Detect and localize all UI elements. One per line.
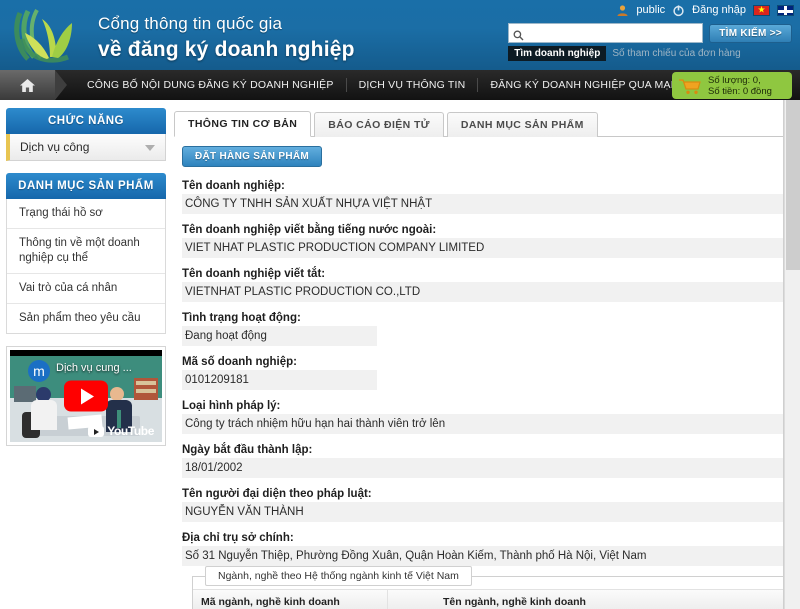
sidebar-item-san-pham-theo-yeu-cau[interactable]: Sản phẩm theo yêu cầu (7, 304, 165, 333)
power-icon[interactable] (672, 4, 685, 17)
industry-table-header: Mã ngành, nghề kinh doanh Tên ngành, ngh… (193, 589, 783, 609)
field-label: Tên doanh nghiệp viết bằng tiếng nước ng… (182, 224, 437, 236)
chevron-down-icon (145, 145, 155, 151)
brand-block: Cổng thông tin quốc gia về đăng ký doanh… (12, 5, 355, 67)
username-label: public (636, 4, 666, 16)
flag-vietnam-icon[interactable] (753, 4, 770, 16)
public-service-dropdown-label: Dịch vụ công (20, 140, 90, 154)
field-ma-so-doanh-nghiep: Mã số doanh nghiệp: 0101209181 (182, 353, 792, 390)
search-icon (513, 28, 524, 40)
search-input[interactable] (524, 25, 699, 41)
video-title: Dịch vụ cung ... (56, 362, 132, 374)
functions-panel: CHỨC NĂNG Dịch vụ công (6, 108, 166, 161)
sidebar: CHỨC NĂNG Dịch vụ công DANH MỤC SẢN PHẨM… (0, 100, 172, 609)
field-label: Loại hình pháp lý: (182, 400, 281, 412)
search-box[interactable] (508, 23, 704, 43)
shopping-cart-icon (678, 77, 702, 95)
field-ten-viet-tat: Tên doanh nghiệp viết tắt: VIETNHAT PLAS… (182, 265, 792, 302)
field-value: 0101209181 (182, 370, 377, 390)
field-nguoi-dai-dien: Tên người đại diện theo pháp luật: NGUYỄ… (182, 485, 792, 522)
search-tab-order-ref[interactable]: Số tham chiếu của đơn hàng (606, 46, 746, 61)
public-service-dropdown[interactable]: Dịch vụ công (6, 134, 166, 161)
page-scrollbar[interactable] (784, 100, 800, 609)
field-label: Tên doanh nghiệp: (182, 180, 285, 192)
sidebar-item-thong-tin-doanh-nghiep[interactable]: Thông tin về một doanh nghiệp cụ thể (7, 229, 165, 274)
search-button[interactable]: TÌM KIẾM >> (709, 23, 792, 43)
field-label: Địa chỉ trụ sở chính: (182, 532, 294, 544)
field-tinh-trang-hoat-dong: Tình trạng hoạt động: Đang hoạt động (182, 309, 792, 346)
youtube-icon: YouTube (88, 424, 154, 438)
column-header-ma-nganh: Mã ngành, nghề kinh doanh (193, 590, 388, 609)
tab-bao-cao-dien-tu[interactable]: BÁO CÁO ĐIỆN TỬ (314, 112, 444, 137)
field-dia-chi-tru-so: Địa chỉ trụ sở chính: Số 31 Nguyễn Thiệp… (182, 529, 792, 566)
user-icon (616, 4, 629, 17)
field-label: Tên người đại diện theo pháp luật: (182, 488, 372, 500)
field-value: NGUYỄN VĂN THÀNH (182, 502, 792, 522)
nav-home-button[interactable] (0, 70, 67, 100)
field-label: Ngày bắt đầu thành lập: (182, 444, 313, 456)
field-value: Số 31 Nguyễn Thiệp, Phường Đồng Xuân, Qu… (182, 546, 792, 566)
field-value: Công ty trách nhiệm hữu hạn hai thành vi… (182, 414, 792, 434)
industry-fieldset: Ngành, nghề theo Hệ thống ngành kinh tế … (192, 566, 784, 609)
field-value: Đang hoạt động (182, 326, 377, 346)
page-body: CHỨC NĂNG Dịch vụ công DANH MỤC SẢN PHẨM… (0, 100, 800, 609)
main-navigation: CÔNG BỐ NỘI DUNG ĐĂNG KÝ DOANH NGHIỆP DỊ… (0, 70, 800, 100)
main-content: THÔNG TIN CƠ BẢN BÁO CÁO ĐIỆN TỬ DANH MỤ… (172, 100, 800, 609)
video-card: m Dịch vụ cung ... YouTube (6, 346, 166, 446)
sidebar-item-vai-tro-ca-nhan[interactable]: Vai trò của cá nhân (7, 274, 165, 304)
content-tab-list: THÔNG TIN CƠ BẢN BÁO CÁO ĐIỆN TỬ DANH MỤ… (174, 110, 792, 137)
nav-item-cong-bo[interactable]: CÔNG BỐ NỘI DUNG ĐĂNG KÝ DOANH NGHIỆP (75, 78, 347, 92)
catalog-panel-title: DANH MỤC SẢN PHẨM (6, 173, 166, 199)
channel-avatar: m (28, 360, 50, 382)
field-label: Tình trạng hoạt động: (182, 312, 301, 324)
youtube-wordmark: YouTube (107, 424, 154, 438)
field-label: Mã số doanh nghiệp: (182, 356, 297, 368)
field-ten-doanh-nghiep: Tên doanh nghiệp: CÔNG TY TNHH SẢN XUẤT … (182, 177, 792, 214)
field-value: VIETNHAT PLASTIC PRODUCTION CO.,LTD (182, 282, 792, 302)
field-value: CÔNG TY TNHH SẢN XUẤT NHỰA VIỆT NHẬT (182, 194, 792, 214)
login-link[interactable]: Đăng nhập (692, 4, 746, 16)
field-ten-tieng-nuoc-ngoai: Tên doanh nghiệp viết bằng tiếng nước ng… (182, 221, 792, 258)
cart-badge[interactable]: Số lượng: 0, Số tiền: 0 đồng (672, 72, 792, 99)
cart-quantity: Số lượng: 0, (708, 74, 761, 86)
tab-danh-muc-san-pham[interactable]: DANH MỤC SẢN PHẨM (446, 112, 598, 137)
top-user-bar: public Đăng nhập (616, 0, 800, 20)
search-area: TÌM KIẾM >> Tìm doanh nghiệp Số tham chi… (508, 23, 792, 61)
field-value: 18/01/2002 (182, 458, 792, 478)
brand-subtitle: Cổng thông tin quốc gia (98, 14, 283, 33)
sidebar-item-trang-thai-ho-so[interactable]: Trạng thái hồ sơ (7, 199, 165, 229)
brand-title: về đăng ký doanh nghiệp (98, 38, 355, 61)
youtube-video-player[interactable]: m Dịch vụ cung ... YouTube (10, 350, 162, 442)
order-product-button[interactable]: ĐẶT HÀNG SẢN PHẨM (182, 146, 322, 167)
scrollbar-thumb[interactable] (786, 100, 800, 270)
nav-item-dich-vu-thong-tin[interactable]: DỊCH VỤ THÔNG TIN (347, 78, 479, 92)
catalog-menu-list: Trạng thái hồ sơ Thông tin về một doanh … (6, 199, 166, 334)
field-ngay-thanh-lap: Ngày bắt đầu thành lập: 18/01/2002 (182, 441, 792, 478)
cart-summary: Số lượng: 0, Số tiền: 0 đồng (708, 75, 772, 97)
leaf-logo-icon (12, 5, 88, 67)
home-icon (19, 78, 36, 93)
search-tab-company[interactable]: Tìm doanh nghiệp (508, 46, 607, 61)
tab-thong-tin-co-ban[interactable]: THÔNG TIN CƠ BẢN (174, 111, 312, 137)
cart-amount: Số tiền: 0 đồng (708, 85, 772, 97)
industry-fieldset-legend: Ngành, nghề theo Hệ thống ngành kinh tế … (205, 566, 472, 586)
field-value: VIET NHAT PLASTIC PRODUCTION COMPANY LIM… (182, 238, 792, 258)
catalog-panel: DANH MỤC SẢN PHẨM Trạng thái hồ sơ Thông… (6, 173, 166, 334)
nav-item-list: CÔNG BỐ NỘI DUNG ĐĂNG KÝ DOANH NGHIỆP DỊ… (75, 70, 748, 100)
play-button-icon[interactable] (64, 380, 108, 412)
field-loai-hinh-phap-ly: Loại hình pháp lý: Công ty trách nhiệm h… (182, 397, 792, 434)
flag-uk-icon[interactable] (777, 4, 794, 16)
site-header: Cổng thông tin quốc gia về đăng ký doanh… (0, 0, 800, 70)
search-tab-list: Tìm doanh nghiệp Số tham chiếu của đơn h… (508, 46, 792, 61)
functions-panel-title: CHỨC NĂNG (6, 108, 166, 134)
column-header-ten-nganh: Tên ngành, nghề kinh doanh (443, 596, 586, 608)
field-label: Tên doanh nghiệp viết tắt: (182, 268, 326, 280)
